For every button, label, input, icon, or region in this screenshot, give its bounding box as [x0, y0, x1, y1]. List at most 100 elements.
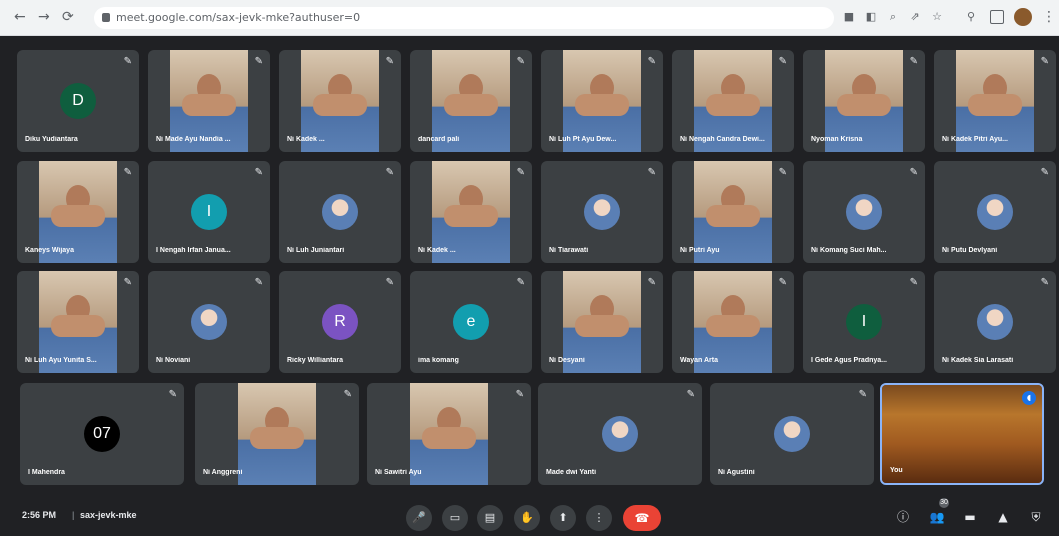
video-camera-icon[interactable]: ■ [842, 10, 856, 24]
hands [250, 427, 304, 449]
mic-button[interactable]: 🎤 [406, 505, 432, 531]
mic-muted-icon: ✎ [385, 277, 394, 288]
browser-toolbar: ← → ⟳ meet.google.com/sax-jevk-mke?authu… [0, 0, 1059, 36]
mic-muted-icon: ✎ [778, 277, 787, 288]
mic-muted-icon: ✎ [909, 167, 918, 178]
forward-button[interactable]: → [38, 9, 50, 25]
participant-tile[interactable]: I ✎ I Gede Agus Pradnya... [803, 271, 925, 373]
participant-name: Ricky Williantara [287, 357, 343, 364]
participant-tile[interactable]: ✎ Ni Tiarawati [541, 161, 663, 263]
mic-muted-icon: ✎ [647, 277, 656, 288]
search-icon[interactable]: ⌕ [886, 10, 900, 24]
participant-tile[interactable]: ✎ Kaneys Wijaya [17, 161, 139, 263]
participant-tile[interactable]: e ✎ ima komang [410, 271, 532, 373]
mic-muted-icon: ✎ [1040, 277, 1049, 288]
host-controls-icon[interactable]: ⛨ [1028, 509, 1044, 525]
mic-muted-icon: ✎ [254, 56, 263, 67]
participant-tile[interactable]: D ✎ Diku Yudiantara [17, 50, 139, 152]
participant-tile[interactable]: ✎ Ni Agustini [710, 383, 874, 485]
info-icon[interactable]: ⓘ [895, 509, 911, 525]
share-icon[interactable]: ⇗ [908, 10, 922, 24]
participant-name: Ni Putri Ayu [680, 247, 720, 254]
participant-tile[interactable]: ✎ Ni Noviani [148, 271, 270, 373]
meeting-toolbar: 2:56 PM | sax-jevk-mke 🎤 ▭ ▤ ✋ ⬆ ⋮ ☎ ⓘ 👥 ▬ ▲ ⛨ [0, 496, 1059, 536]
self-video-tile[interactable]: ◖ You [880, 383, 1044, 485]
participant-tile[interactable]: ✎ Ni Luh Ayu Yunita S... [17, 271, 139, 373]
participant-tile[interactable]: R ✎ Ricky Williantara [279, 271, 401, 373]
participant-tile[interactable]: ✎ dancard pali [410, 50, 532, 152]
hands [444, 205, 498, 227]
star-icon[interactable]: ☆ [930, 10, 944, 24]
back-button[interactable]: ← [14, 9, 26, 25]
mic-muted-icon: ✎ [909, 277, 918, 288]
participant-name: Ni Nengah Candra Dewi... [680, 136, 765, 143]
mic-muted-icon: ✎ [909, 56, 918, 67]
raise-hand-button[interactable]: ✋ [514, 505, 540, 531]
hands [575, 315, 629, 337]
mic-muted-icon: ✎ [1040, 167, 1049, 178]
participant-name: Ni Made Ayu Nandia ... [156, 136, 231, 143]
participant-name: Wayan Arta [680, 357, 718, 364]
mic-muted-icon: ✎ [343, 389, 352, 400]
window-icon[interactable] [990, 10, 1004, 24]
more-options-button[interactable]: ⋮ [586, 505, 612, 531]
camera-button[interactable]: ▭ [442, 505, 468, 531]
profile-avatar[interactable] [1014, 8, 1032, 26]
participant-tile[interactable]: ✎ Wayan Arta [672, 271, 794, 373]
participant-photo [977, 194, 1013, 230]
participant-name: Ni Agustini [718, 469, 755, 476]
participant-tile[interactable]: ✎ Ni Kadek Pitri Ayu... [934, 50, 1056, 152]
participant-tile[interactable]: ✎ Ni Made Ayu Nandia ... [148, 50, 270, 152]
reload-button[interactable]: ⟳ [62, 9, 74, 25]
participant-tile[interactable]: ✎ Ni Komang Suci Mah... [803, 161, 925, 263]
participant-avatar: D [60, 83, 96, 119]
mic-muted-icon: ✎ [1040, 56, 1049, 67]
participant-tile[interactable]: ✎ Ni Putri Ayu [672, 161, 794, 263]
mic-muted-icon: ✎ [778, 167, 787, 178]
participant-name: Kaneys Wijaya [25, 247, 74, 254]
hands [837, 94, 891, 116]
participant-tile[interactable]: ✎ Ni Kadek Sia Larasati [934, 271, 1056, 373]
participant-name: Ni Luh Pt Ayu Dew... [549, 136, 617, 143]
hands [51, 315, 105, 337]
participant-tile[interactable]: ✎ Made dwi Yanti [538, 383, 702, 485]
people-icon[interactable]: 👥 [929, 509, 945, 525]
present-button[interactable]: ⬆ [550, 505, 576, 531]
participant-avatar: R [322, 304, 358, 340]
participant-avatar: e [453, 304, 489, 340]
mic-muted-icon: ✎ [647, 167, 656, 178]
participant-photo [977, 304, 1013, 340]
mic-muted-icon: ✎ [254, 277, 263, 288]
browser-menu-button[interactable]: ⋮ [1042, 9, 1056, 25]
activities-icon[interactable]: ▲ [995, 509, 1011, 525]
participant-name: I Gede Agus Pradnya... [811, 357, 887, 364]
participant-tile[interactable]: ✎ Ni Anggreni [195, 383, 359, 485]
participant-photo [846, 194, 882, 230]
participant-tile[interactable]: ✎ Nyoman Krisna [803, 50, 925, 152]
end-call-button[interactable]: ☎ [623, 505, 661, 531]
participant-tile[interactable]: ✎ Ni Luh Juniantari [279, 161, 401, 263]
participant-tile[interactable]: 07 ✎ I Mahendra [20, 383, 184, 485]
mic-muted-icon: ✎ [516, 56, 525, 67]
participant-tile[interactable]: I ✎ I Nengah Irfan Janua... [148, 161, 270, 263]
participant-tile[interactable]: ✎ Ni Nengah Candra Dewi... [672, 50, 794, 152]
mic-muted-icon: ✎ [123, 56, 132, 67]
participant-name: I Mahendra [28, 469, 65, 476]
participant-tile[interactable]: ✎ Ni Sawitri Ayu [367, 383, 531, 485]
participant-photo [774, 416, 810, 452]
participant-avatar: I [846, 304, 882, 340]
captions-button[interactable]: ▤ [477, 505, 503, 531]
separator: | [72, 510, 75, 520]
participant-tile[interactable]: ✎ Ni Kadek ... [410, 161, 532, 263]
hands [313, 94, 367, 116]
participant-tile[interactable]: ✎ Ni Kadek ... [279, 50, 401, 152]
address-bar[interactable]: meet.google.com/sax-jevk-mke?authuser=0 [94, 7, 834, 29]
extensions-icon[interactable]: ⚲ [964, 10, 978, 24]
extension-icon[interactable]: ◧ [864, 10, 878, 24]
participant-name: You [890, 467, 903, 474]
mic-muted-icon: ✎ [515, 389, 524, 400]
participant-tile[interactable]: ✎ Ni Luh Pt Ayu Dew... [541, 50, 663, 152]
participant-tile[interactable]: ✎ Ni Putu Devlyani [934, 161, 1056, 263]
chat-icon[interactable]: ▬ [962, 509, 978, 525]
participant-tile[interactable]: ✎ Ni Desyani [541, 271, 663, 373]
